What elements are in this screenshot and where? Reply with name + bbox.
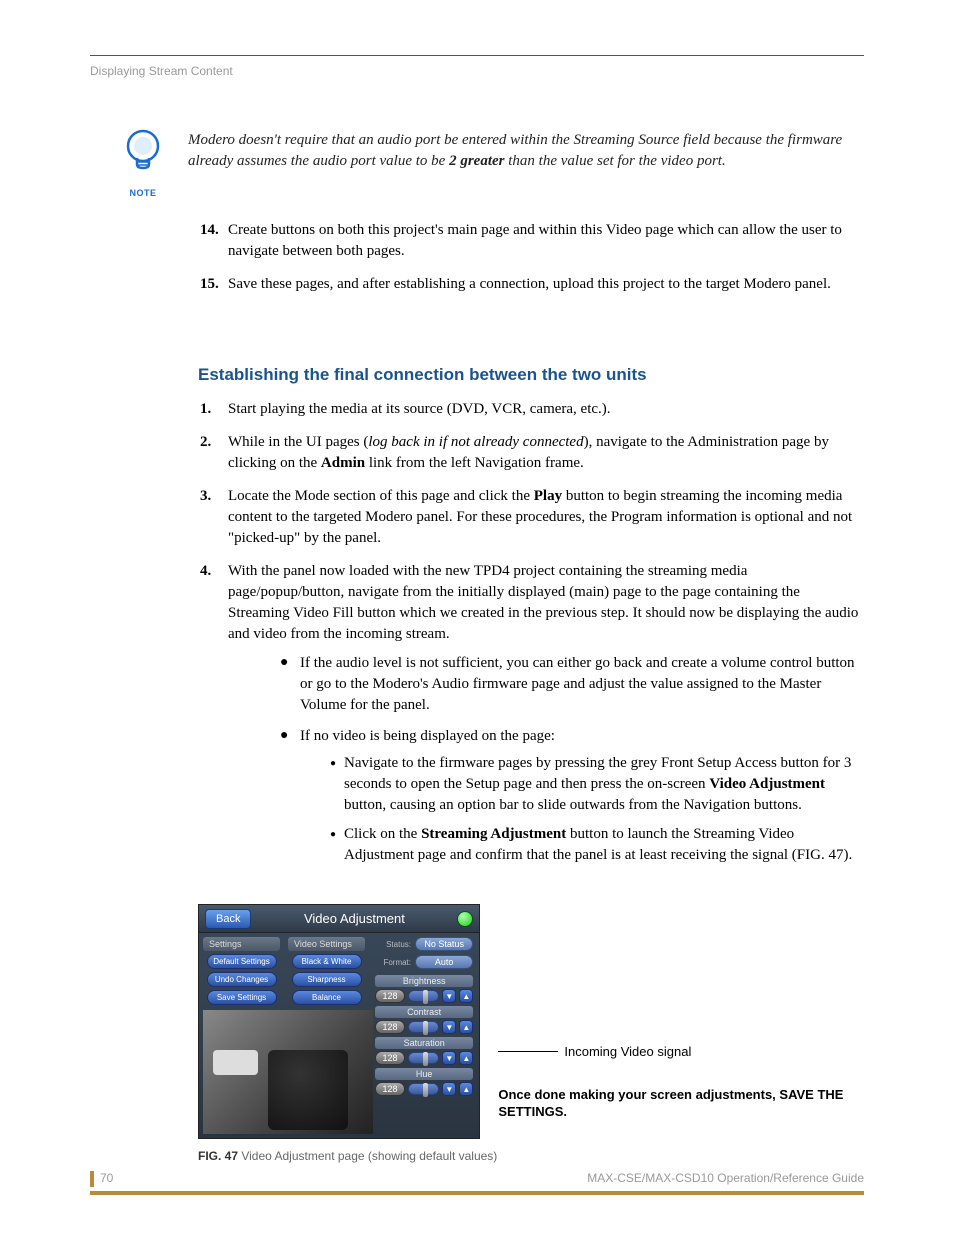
sharpness-button[interactable]: Sharpness xyxy=(292,972,362,987)
running-header: Displaying Stream Content xyxy=(90,64,864,78)
save-settings-button[interactable]: Save Settings xyxy=(207,990,277,1005)
down-icon[interactable]: ▼ xyxy=(442,1082,456,1096)
note-block: NOTE Modero doesn't require that an audi… xyxy=(118,128,864,198)
guide-title: MAX-CSE/MAX-CSD10 Operation/Reference Gu… xyxy=(587,1171,864,1187)
figure-caption: FIG. 47 Video Adjustment page (showing d… xyxy=(198,1149,864,1163)
page-number: 70 xyxy=(90,1171,113,1187)
bullet-novideo: ● If no video is being displayed on the … xyxy=(280,726,864,874)
up-icon[interactable]: ▲ xyxy=(459,1082,473,1096)
step-3: 3. Locate the Mode section of this page … xyxy=(200,486,864,549)
hue-slider[interactable]: Hue 128 ▼ ▲ xyxy=(375,1068,473,1096)
annotation-save: Once done making your screen adjustments… xyxy=(498,1087,864,1121)
undo-changes-button[interactable]: Undo Changes xyxy=(207,972,277,987)
section-heading: Establishing the final connection betwee… xyxy=(198,365,864,385)
video-settings-header: Video Settings xyxy=(288,937,365,951)
subbullet-navigate: ● Navigate to the firmware pages by pres… xyxy=(330,753,864,816)
page-footer: 70 MAX-CSE/MAX-CSD10 Operation/Reference… xyxy=(90,1171,864,1195)
format-label: Format: xyxy=(375,958,411,967)
step-1: 1. Start playing the media at its source… xyxy=(200,399,864,420)
down-icon[interactable]: ▼ xyxy=(442,1051,456,1065)
bullet-audio: ● If the audio level is not sufficient, … xyxy=(280,653,864,716)
up-icon[interactable]: ▲ xyxy=(459,1020,473,1034)
video-preview xyxy=(203,1010,373,1134)
back-button[interactable]: Back xyxy=(205,909,251,929)
contrast-slider[interactable]: Contrast 128 ▼ ▲ xyxy=(375,1006,473,1034)
panel-title: Video Adjustment xyxy=(251,911,457,926)
down-icon[interactable]: ▼ xyxy=(442,989,456,1003)
note-label: NOTE xyxy=(118,188,168,198)
annotation-incoming: Incoming Video signal xyxy=(498,1044,864,1059)
default-settings-button[interactable]: Default Settings xyxy=(207,954,277,969)
status-label: Status: xyxy=(375,940,411,949)
step-4: 4. With the panel now loaded with the ne… xyxy=(200,561,864,884)
subbullet-streaming: ● Click on the Streaming Adjustment butt… xyxy=(330,824,864,866)
note-text: Modero doesn't require that an audio por… xyxy=(188,128,864,172)
status-value: No Status xyxy=(415,937,473,951)
status-led-icon xyxy=(457,911,473,927)
up-icon[interactable]: ▲ xyxy=(459,989,473,1003)
video-adjustment-panel: Back Video Adjustment Settings Default S… xyxy=(198,904,480,1139)
format-value: Auto xyxy=(415,955,473,969)
step-2: 2. While in the UI pages (log back in if… xyxy=(200,432,864,474)
down-icon[interactable]: ▼ xyxy=(442,1020,456,1034)
brightness-slider[interactable]: Brightness 128 ▼ ▲ xyxy=(375,975,473,1003)
up-icon[interactable]: ▲ xyxy=(459,1051,473,1065)
bw-button[interactable]: Black & White xyxy=(292,954,362,969)
settings-header: Settings xyxy=(203,937,280,951)
balance-button[interactable]: Balance xyxy=(292,990,362,1005)
saturation-slider[interactable]: Saturation 128 ▼ ▲ xyxy=(375,1037,473,1065)
lightbulb-icon xyxy=(122,128,164,183)
step-14: 14. Create buttons on both this project'… xyxy=(200,220,864,262)
step-15: 15. Save these pages, and after establis… xyxy=(200,274,864,295)
